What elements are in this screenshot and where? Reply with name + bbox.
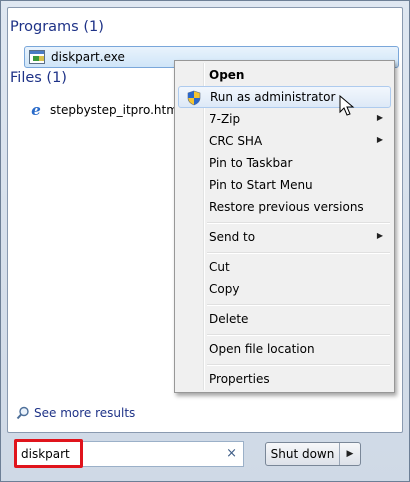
menu-item-properties[interactable]: Properties — [178, 368, 391, 390]
submenu-arrow-icon: ▶ — [376, 113, 383, 122]
menu-separator — [207, 334, 390, 336]
context-menu: Open Run as administrator 7-Zip ▶ CRC SH… — [174, 60, 395, 393]
menu-item-send-to[interactable]: Send to ▶ — [178, 226, 391, 248]
menu-item-label: 7-Zip — [209, 112, 241, 126]
menu-item-open[interactable]: Open — [178, 64, 391, 86]
programs-group-header: Programs (1) — [10, 19, 104, 35]
menu-item-open-file-location[interactable]: Open file location — [178, 338, 391, 360]
menu-item-label: Open — [209, 68, 245, 82]
menu-item-label: Properties — [209, 372, 270, 386]
program-result-label: diskpart.exe — [51, 50, 125, 64]
file-result-stepbystep[interactable]: e stepbystep_itpro.htm — [28, 100, 178, 120]
executable-icon — [29, 50, 45, 64]
see-more-results-link[interactable]: See more results — [16, 406, 135, 420]
start-search-box[interactable]: × — [16, 441, 244, 467]
menu-item-restore-previous-versions[interactable]: Restore previous versions — [178, 196, 391, 218]
menu-item-label: Run as administrator — [210, 90, 336, 104]
uac-shield-icon — [187, 90, 201, 106]
files-group-header: Files (1) — [10, 70, 67, 86]
menu-item-pin-to-taskbar[interactable]: Pin to Taskbar — [178, 152, 391, 174]
menu-separator — [207, 252, 390, 254]
shutdown-options-arrow-icon[interactable]: ▶ — [340, 443, 360, 465]
menu-item-label: Pin to Start Menu — [209, 178, 313, 192]
menu-item-label: Restore previous versions — [209, 200, 364, 214]
menu-item-copy[interactable]: Copy — [178, 278, 391, 300]
search-input[interactable] — [21, 444, 211, 464]
menu-item-label: Open file location — [209, 342, 315, 356]
menu-item-7-zip[interactable]: 7-Zip ▶ — [178, 108, 391, 130]
internet-explorer-icon: e — [31, 101, 41, 119]
menu-item-label: Delete — [209, 312, 249, 326]
shutdown-button[interactable]: Shut down — [266, 443, 340, 465]
menu-item-delete[interactable]: Delete — [178, 308, 391, 330]
menu-item-label: Copy — [209, 282, 240, 296]
menu-item-crc-sha[interactable]: CRC SHA ▶ — [178, 130, 391, 152]
shutdown-split-button: Shut down ▶ — [265, 442, 361, 466]
magnifier-icon — [16, 406, 29, 420]
see-more-results-label: See more results — [34, 406, 136, 420]
menu-item-run-as-administrator[interactable]: Run as administrator — [178, 86, 391, 108]
submenu-arrow-icon: ▶ — [376, 135, 383, 144]
menu-separator — [207, 364, 390, 366]
menu-item-label: Cut — [209, 260, 230, 274]
menu-item-label: CRC SHA — [209, 134, 263, 148]
submenu-arrow-icon: ▶ — [376, 231, 383, 240]
menu-item-label: Pin to Taskbar — [209, 156, 293, 170]
menu-separator — [207, 304, 390, 306]
file-result-label: stepbystep_itpro.htm — [50, 103, 178, 117]
menu-item-pin-to-start-menu[interactable]: Pin to Start Menu — [178, 174, 391, 196]
clear-search-icon[interactable]: × — [226, 446, 237, 461]
menu-item-cut[interactable]: Cut — [178, 256, 391, 278]
menu-separator — [207, 222, 390, 224]
menu-item-label: Send to — [209, 230, 256, 244]
